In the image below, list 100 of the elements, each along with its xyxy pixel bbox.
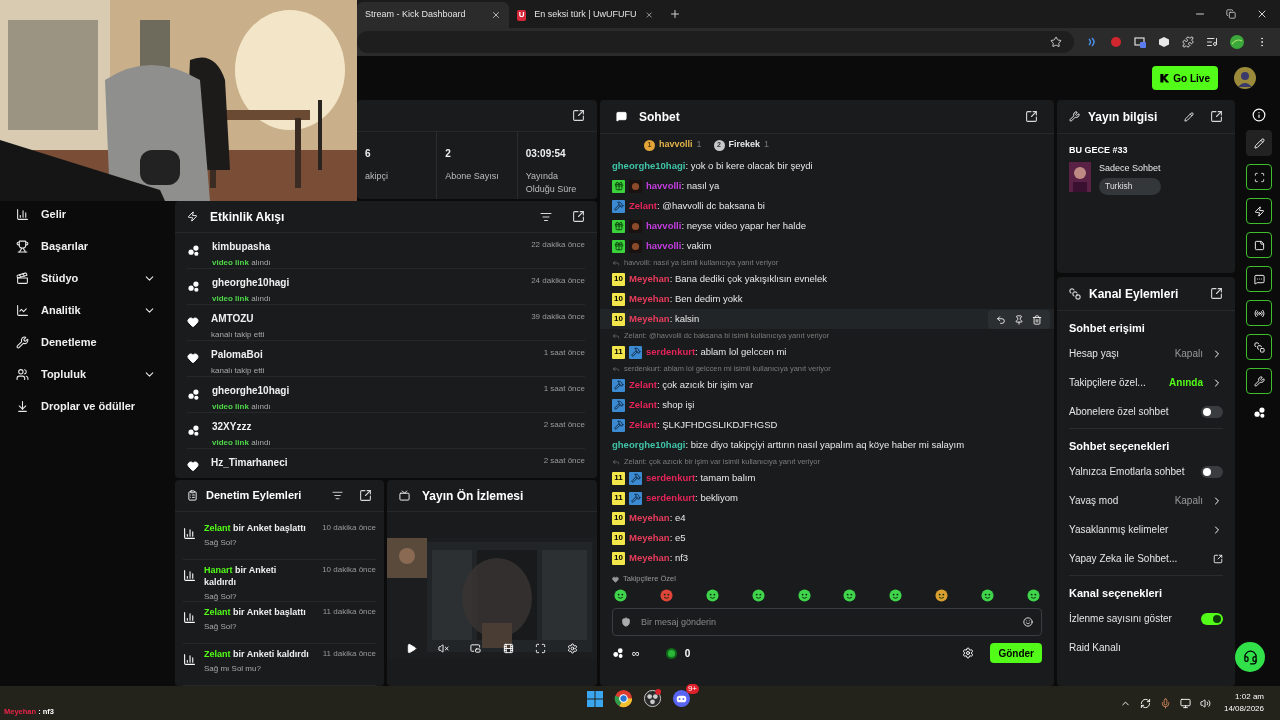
chat-message-row[interactable]: havvolli: neyse video yapar her halde	[600, 216, 1054, 236]
chat-message-row[interactable]: havvolli: vakim	[600, 236, 1054, 256]
expand-icon[interactable]	[572, 210, 585, 223]
user-avatar[interactable]	[1234, 67, 1256, 89]
expand-icon[interactable]	[1025, 110, 1038, 123]
emote-icon[interactable]	[659, 588, 673, 602]
chat-message-row[interactable]: 11 serdenkurt: tamam balım	[600, 468, 1054, 488]
reply-icon[interactable]	[996, 314, 1006, 325]
rail-button[interactable]	[1246, 266, 1272, 292]
rail-button[interactable]	[1246, 300, 1272, 326]
expand-icon[interactable]	[359, 489, 372, 502]
windows-start-icon[interactable]	[586, 689, 604, 708]
chat-message-row[interactable]: 10 Meyehan: e4	[600, 508, 1054, 528]
media-control-icon[interactable]	[1206, 36, 1218, 48]
setting-label: İzlenme sayısını göster	[1069, 611, 1172, 626]
sync-icon[interactable]	[1139, 697, 1151, 709]
chat-message-row[interactable]: 10 Meyehan: Ben dedim yokk	[600, 289, 1054, 309]
toggle-switch[interactable]	[1201, 465, 1223, 478]
sidebar-item[interactable]: Başarılar	[16, 230, 156, 262]
go-live-button[interactable]: Go Live	[1152, 66, 1218, 90]
sidebar-item[interactable]: Denetleme	[16, 326, 156, 358]
chat-message-row[interactable]: 11 serdenkurt: bekliyom	[600, 488, 1054, 508]
new-tab-icon[interactable]	[669, 8, 681, 20]
chat-message-row[interactable]: gheorghe10hagi: bize diyo takipçiyi arttırın nasıl yapalım aq köye haber mi salayım	[600, 435, 1054, 455]
expand-icon[interactable]	[1210, 110, 1223, 123]
emote-icon[interactable]	[889, 588, 903, 602]
chat-message-row[interactable]: 10 Meyehan: e5	[600, 528, 1054, 548]
emoji-icon[interactable]	[1023, 617, 1033, 627]
fullscreen-icon[interactable]	[534, 643, 546, 654]
browser-tab[interactable]: U En seksi türk | UwUFUFU	[509, 2, 661, 28]
close-icon[interactable]	[644, 10, 653, 20]
message-input[interactable]: Bir mesaj gönderin	[612, 608, 1042, 636]
browser-icon[interactable]	[614, 689, 633, 708]
mute-icon[interactable]	[438, 643, 449, 654]
settings-icon[interactable]	[962, 647, 975, 659]
rail-button[interactable]	[1246, 198, 1272, 224]
chat-message-row[interactable]: 10 Meyehan: kalsin	[600, 309, 1054, 329]
kick-dots-icon[interactable]	[1252, 406, 1266, 419]
extension-icon[interactable]	[1134, 36, 1146, 48]
setting-row[interactable]: Takipçilere özel... Anında	[1069, 368, 1223, 397]
emote-icon[interactable]	[1026, 588, 1040, 602]
emote-icon[interactable]	[935, 588, 949, 602]
info-icon[interactable]	[1252, 108, 1266, 122]
toggle-switch[interactable]	[1201, 405, 1223, 418]
sidebar-item[interactable]: Topluluk	[16, 358, 156, 390]
extensions-icon[interactable]	[1182, 36, 1194, 48]
chat-message-row[interactable]: gheorghe10hagi: yok o bi kere olacak bir şeydi	[600, 156, 1054, 176]
browser-tab[interactable]: Stream - Kick Dashboard	[357, 2, 509, 28]
emote-icon[interactable]	[843, 588, 857, 602]
filter-icon[interactable]	[540, 210, 552, 223]
expand-icon[interactable]	[572, 109, 585, 122]
setting-row[interactable]: Yasaklanmış kelimeler	[1069, 515, 1223, 544]
sidebar-item[interactable]: Droplar ve ödüller	[16, 390, 156, 422]
discord-icon[interactable]	[672, 689, 691, 708]
rail-button[interactable]	[1246, 232, 1272, 258]
filter-icon[interactable]	[332, 490, 343, 501]
rail-button[interactable]	[1246, 164, 1272, 190]
emote-icon[interactable]	[751, 588, 765, 602]
emote-icon[interactable]	[705, 588, 719, 602]
bookmark-star-icon[interactable]	[1050, 36, 1062, 48]
chat-message-row[interactable]: 10 Meyehan: Bana dediki çok yakışıklısın evnelek	[600, 269, 1054, 289]
edit-icon[interactable]	[1184, 111, 1194, 122]
chat-message-row[interactable]: Zelant: çok azıcık bir işim var	[600, 375, 1054, 395]
toggle-switch[interactable]	[1201, 612, 1223, 625]
chat-message-row[interactable]: 10 Meyehan: nf3	[600, 548, 1054, 568]
chat-message-row[interactable]: 11 serdenkurt: ablam lol gelccen mi	[600, 342, 1054, 362]
chat-message-row[interactable]: havvolli: nasıl ya	[600, 176, 1054, 196]
close-icon[interactable]	[491, 10, 501, 20]
sound-waves-icon[interactable]	[1086, 36, 1098, 48]
restore-icon[interactable]	[1226, 9, 1236, 19]
chat-message-row[interactable]: Zelant: ŞLKJFHDGSLIKDJFHGSD	[600, 415, 1054, 435]
sidebar-item[interactable]: Stüdyo	[16, 262, 156, 294]
settings-icon[interactable]	[567, 643, 579, 654]
profile-avatar[interactable]	[1230, 35, 1244, 49]
chat-message-row[interactable]: Zelant: shop işi	[600, 395, 1054, 415]
sidebar-item[interactable]: Gelir	[16, 198, 156, 230]
network-icon[interactable]	[1179, 697, 1191, 709]
emote-icon[interactable]	[797, 588, 811, 602]
trash-icon[interactable]	[1032, 314, 1042, 325]
send-button[interactable]: Gönder	[990, 643, 1042, 663]
film-icon[interactable]	[502, 643, 514, 654]
play-icon[interactable]	[405, 643, 417, 654]
picture-in-picture-icon[interactable]	[470, 643, 482, 654]
rail-button[interactable]	[1246, 368, 1272, 394]
expand-icon[interactable]	[1210, 287, 1223, 300]
volume-icon[interactable]	[1199, 697, 1211, 709]
microphone-icon[interactable]	[1159, 697, 1171, 709]
extension-icon[interactable]	[1158, 36, 1170, 48]
recording-app-icon[interactable]	[643, 689, 662, 708]
chat-message-row[interactable]: Zelant: @havvolli dc baksana bi	[600, 196, 1054, 216]
close-icon[interactable]	[1256, 8, 1268, 20]
sidebar-item[interactable]: Analitik	[16, 294, 156, 326]
edit-button[interactable]	[1246, 130, 1272, 156]
rail-button[interactable]	[1246, 334, 1272, 360]
emote-icon[interactable]	[981, 588, 994, 602]
setting-row[interactable]: Yavaş mod Kapalı	[1069, 486, 1223, 515]
pin-icon[interactable]	[1014, 314, 1024, 325]
setting-row[interactable]: Hesap yaşı Kapalı	[1069, 339, 1223, 368]
setting-row[interactable]: Yapay Zeka ile Sohbet...	[1069, 544, 1223, 573]
emote-icon[interactable]	[614, 588, 627, 602]
